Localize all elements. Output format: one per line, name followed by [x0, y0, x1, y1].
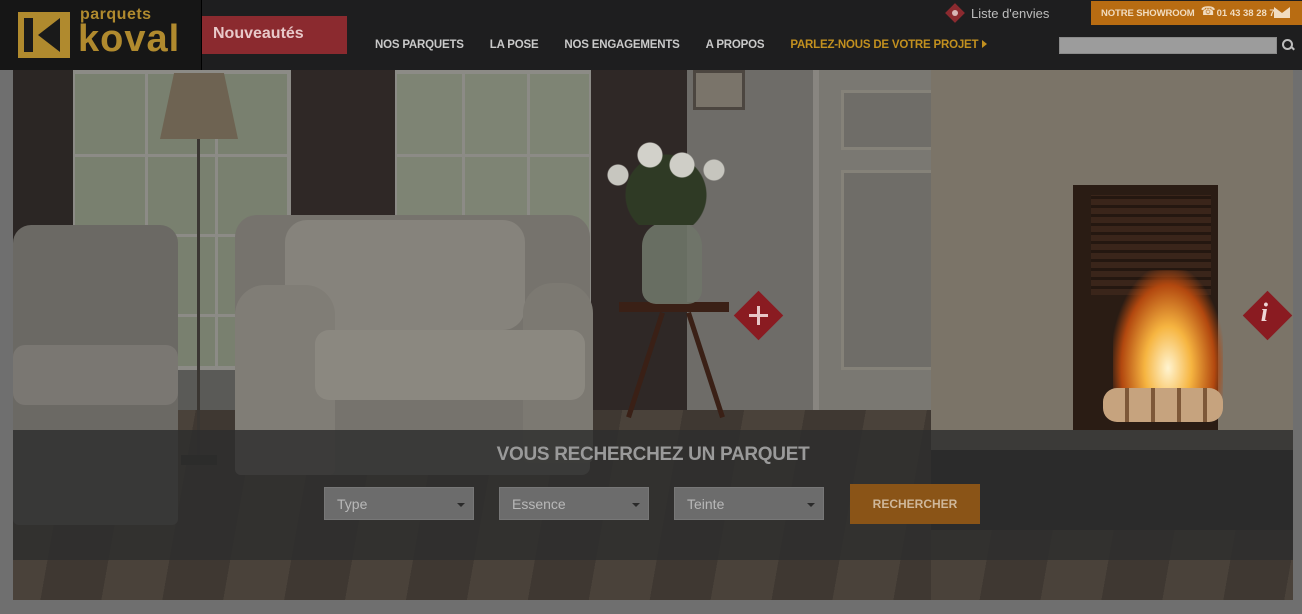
- search-button[interactable]: RECHERCHER: [850, 484, 980, 524]
- hero-banner: i VOUS RECHERCHEZ UN PARQUET Type Essenc…: [13, 70, 1293, 600]
- flowers: [586, 125, 746, 225]
- search-input[interactable]: [1059, 37, 1277, 54]
- nav-item-projet[interactable]: PARLEZ-NOUS DE VOTRE PROJET: [790, 39, 988, 51]
- logo[interactable]: parquets koval: [0, 0, 202, 70]
- mail-icon[interactable]: [1274, 7, 1290, 18]
- main-nav: NOS PARQUETS LA POSE NOS ENGAGEMENTS A P…: [375, 39, 1013, 51]
- parquet-search-panel: VOUS RECHERCHEZ UN PARQUET Type Essence …: [13, 430, 1293, 560]
- wishlist-link[interactable]: Liste d'envies: [944, 3, 1049, 23]
- essence-select[interactable]: Essence: [499, 487, 649, 520]
- nav-item-engagements[interactable]: NOS ENGAGEMENTS: [564, 39, 679, 51]
- teinte-select[interactable]: Teinte: [674, 487, 824, 520]
- new-products-ribbon[interactable]: Nouveautés: [202, 16, 361, 54]
- type-select[interactable]: Type: [324, 487, 474, 520]
- phone-number: 01 43 38 28 78: [1216, 7, 1281, 19]
- vase: [642, 222, 702, 304]
- caret-down-icon: [457, 503, 465, 507]
- caret-down-icon: [632, 503, 640, 507]
- essence-select-value: Essence: [512, 496, 566, 512]
- showroom-label: NOTRE SHOWROOM: [1101, 7, 1195, 19]
- new-products-label: Nouveautés: [213, 25, 304, 42]
- wishlist-pin-icon: [945, 3, 965, 23]
- logo-text-big: koval: [78, 18, 181, 60]
- phone-icon: [1201, 4, 1216, 19]
- type-select-value: Type: [337, 496, 368, 512]
- teinte-select-value: Teinte: [687, 496, 725, 512]
- info-glyph: i: [1260, 298, 1269, 328]
- search-panel-title: VOUS RECHERCHEZ UN PARQUET: [496, 444, 810, 465]
- search-icon[interactable]: [1281, 38, 1295, 52]
- nav-item-parquets[interactable]: NOS PARQUETS: [375, 39, 464, 51]
- wall-frame: [693, 70, 745, 110]
- showroom-bar[interactable]: NOTRE SHOWROOM 01 43 38 28 78: [1091, 1, 1302, 25]
- nav-item-projet-label: PARLEZ-NOUS DE VOTRE PROJET: [790, 39, 979, 51]
- arrow-right-icon: [982, 40, 988, 48]
- caret-down-icon: [807, 503, 815, 507]
- nav-item-pose[interactable]: LA POSE: [490, 39, 539, 51]
- logo-k-icon: [18, 12, 70, 58]
- wishlist-label: Liste d'envies: [971, 5, 1050, 21]
- nav-item-apropos[interactable]: A PROPOS: [706, 39, 765, 51]
- site-header: parquets koval Nouveautés NOS PARQUETS L…: [0, 0, 1302, 70]
